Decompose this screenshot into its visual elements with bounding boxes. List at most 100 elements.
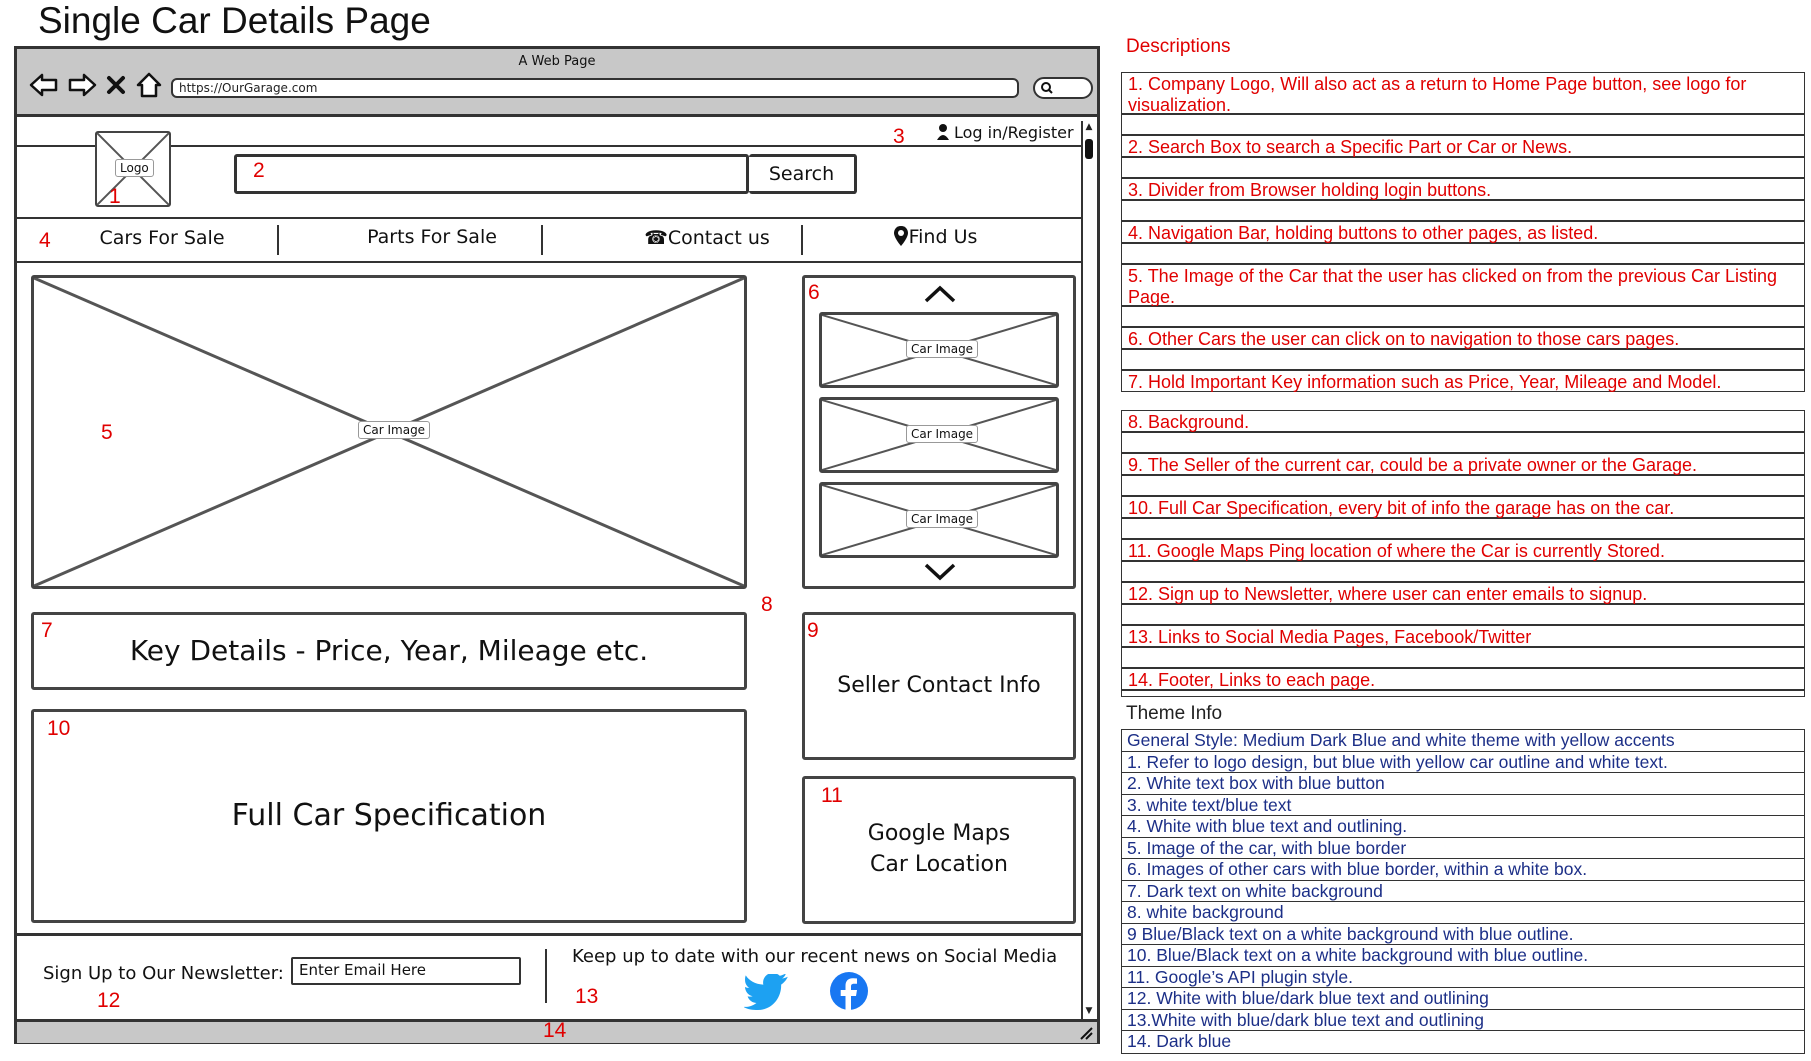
page-scrollbar[interactable]: ▲ ▼: [1081, 121, 1095, 1019]
description-spacer-row: [1121, 518, 1805, 539]
page-title: Single Car Details Page: [38, 0, 431, 41]
nav-divider: [541, 225, 543, 255]
full-spec-box: Full Car Specification: [31, 709, 747, 923]
description-row: 10. Full Car Specification, every bit of…: [1121, 496, 1805, 518]
description-spacer-row: [1121, 114, 1805, 135]
marker-6: 6: [808, 281, 820, 304]
theme-row: 12. White with blue/dark blue text and o…: [1122, 988, 1804, 1010]
newsletter-label: Sign Up to Our Newsletter:: [43, 963, 284, 984]
marker-9: 9: [807, 619, 819, 642]
description-spacer-row: [1121, 349, 1805, 370]
description-row: 12. Sign up to Newsletter, where user ca…: [1121, 582, 1805, 604]
description-row: 1. Company Logo, Will also act as a retu…: [1121, 72, 1805, 115]
description-row: 8. Background.: [1121, 410, 1805, 432]
search-icon: [1041, 82, 1053, 94]
search-button[interactable]: Search: [749, 154, 857, 194]
nav-divider: [277, 225, 279, 255]
browser-chrome: A Web Page https://OurGarage.com: [17, 49, 1097, 117]
theme-row: 1. Refer to logo design, but blue with y…: [1122, 752, 1804, 773]
nav-find-us[interactable]: Find Us: [875, 225, 995, 248]
theme-row: 14. Dark blue: [1127, 1031, 1232, 1051]
description-spacer-row: [1121, 306, 1805, 327]
nav-contact-label: Contact us: [667, 227, 770, 249]
theme-row: 10. Blue/Black text on a white backgroun…: [1122, 945, 1804, 967]
description-row: 13. Links to Social Media Pages, Faceboo…: [1121, 625, 1805, 647]
header-divider: [17, 145, 1081, 147]
facebook-icon[interactable]: [829, 971, 869, 1011]
newsletter-email-input[interactable]: Enter Email Here: [291, 957, 521, 985]
car-thumbnail[interactable]: Car Image: [819, 397, 1059, 473]
description-spacer-row: [1121, 690, 1805, 697]
user-icon: [937, 124, 949, 140]
map-pin-icon: [893, 226, 908, 246]
car-image-label: Car Image: [358, 421, 431, 439]
theme-row: 13.White with blue/dark blue text and ou…: [1122, 1010, 1804, 1031]
theme-row: 2. White text box with blue button: [1122, 773, 1804, 795]
nav-find-us-label: Find Us: [908, 226, 978, 248]
description-spacer-row: [1121, 604, 1805, 625]
car-thumbnail[interactable]: Car Image: [819, 312, 1059, 388]
description-row: 7. Hold Important Key information such a…: [1121, 370, 1805, 392]
description-spacer-row: [1121, 475, 1805, 496]
footer-divider-vertical: [545, 949, 547, 1003]
theme-info-heading: Theme Info: [1126, 703, 1223, 724]
marker-11: 11: [821, 784, 843, 807]
marker-10: 10: [47, 717, 71, 740]
browser-window: A Web Page https://OurGarage.com Log in/…: [14, 46, 1100, 1044]
description-row: 9. The Seller of the current car, could …: [1121, 453, 1805, 475]
description-row: 4. Navigation Bar, holding buttons to ot…: [1121, 221, 1805, 243]
chevron-up-icon[interactable]: [923, 284, 957, 304]
nav-contact-us[interactable]: ☎Contact us: [607, 227, 807, 249]
nav-top-border: [17, 217, 1081, 219]
car-thumbnail[interactable]: Car Image: [819, 482, 1059, 558]
marker-3: 3: [893, 125, 905, 148]
nav-cars-for-sale[interactable]: Cars For Sale: [57, 227, 267, 249]
description-row: 14. Footer, Links to each page.: [1121, 668, 1805, 690]
nav-parts-for-sale[interactable]: Parts For Sale: [307, 226, 557, 248]
description-spacer-row: [1121, 647, 1805, 668]
company-logo[interactable]: Logo: [95, 131, 171, 207]
back-icon[interactable]: [29, 71, 59, 99]
browser-search-field[interactable]: [1033, 77, 1093, 99]
descriptions-heading: Descriptions: [1126, 36, 1231, 57]
theme-row: 5. Image of the car, with blue border: [1122, 838, 1804, 859]
url-bar[interactable]: https://OurGarage.com: [171, 78, 1019, 98]
marker-7: 7: [41, 619, 53, 642]
footer-divider: [17, 933, 1081, 936]
resize-grip-icon[interactable]: [1077, 1024, 1093, 1040]
search-input[interactable]: [234, 154, 749, 194]
description-row: 11. Google Maps Ping location of where t…: [1121, 539, 1805, 561]
twitter-icon[interactable]: [744, 974, 790, 1012]
browser-nav-icons: [29, 69, 163, 101]
theme-row: General Style: Medium Dark Blue and whit…: [1122, 730, 1804, 752]
theme-row: 3. white text/blue text: [1122, 795, 1804, 816]
scroll-thumb[interactable]: [1085, 139, 1093, 159]
marker-12: 12: [97, 989, 121, 1012]
theme-row: 7. Dark text on white background: [1122, 881, 1804, 902]
marker-8: 8: [761, 593, 773, 616]
login-register-link[interactable]: Log in/Register: [954, 123, 1074, 142]
nav-divider: [801, 225, 803, 255]
home-icon[interactable]: [135, 71, 163, 99]
google-maps-box: Google Maps Car Location: [802, 776, 1076, 924]
logo-label: Logo: [115, 159, 154, 177]
other-cars-carousel: Car Image Car Image Car Image: [802, 275, 1076, 589]
thumb-label: Car Image: [906, 425, 979, 443]
theme-info-table: General Style: Medium Dark Blue and whit…: [1121, 729, 1805, 1054]
description-row: 5. The Image of the Car that the user ha…: [1121, 264, 1805, 307]
theme-row: 9 Blue/Black text on a white background …: [1122, 924, 1804, 945]
marker-4: 4: [39, 229, 51, 252]
nav-bottom-border: [17, 261, 1081, 263]
scroll-up-arrow-icon[interactable]: ▲: [1083, 121, 1095, 133]
window-title: A Web Page: [518, 54, 596, 69]
key-details-box: Key Details - Price, Year, Mileage etc.: [31, 612, 747, 690]
close-icon[interactable]: [105, 71, 127, 99]
main-car-image: Car Image: [31, 275, 747, 589]
theme-row: 4. White with blue text and outlining.: [1122, 816, 1804, 838]
seller-info-box: Seller Contact Info: [802, 612, 1076, 760]
description-spacer-row: [1121, 432, 1805, 453]
chevron-down-icon[interactable]: [923, 562, 957, 582]
theme-row: 11. Google’s API plugin style.: [1122, 967, 1804, 988]
forward-icon[interactable]: [67, 71, 97, 99]
scroll-down-arrow-icon[interactable]: ▼: [1083, 1005, 1095, 1017]
